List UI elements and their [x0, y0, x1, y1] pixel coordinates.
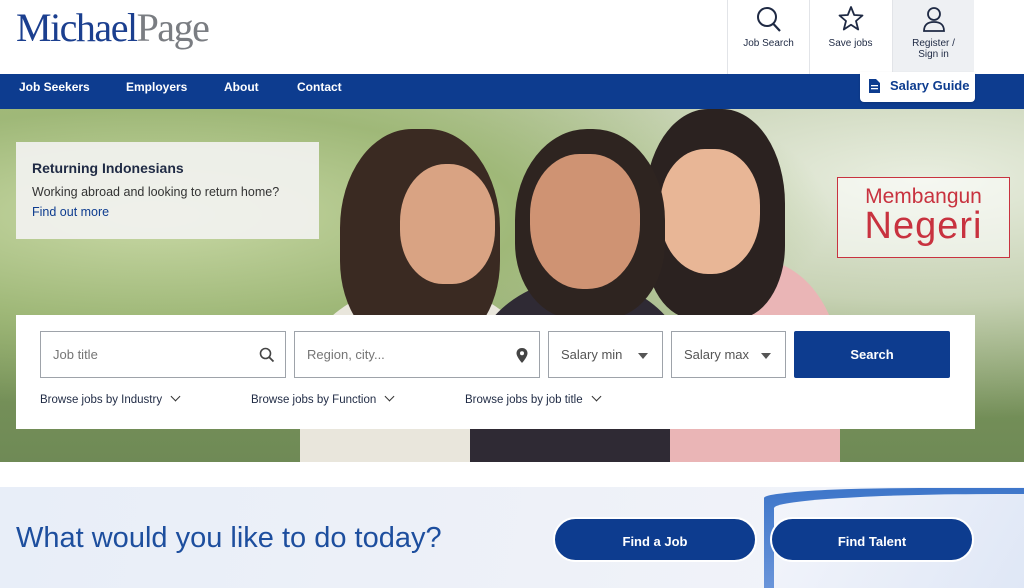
search-icon: [259, 347, 275, 363]
search-button[interactable]: Search: [794, 331, 950, 378]
salary-max-select[interactable]: Salary max: [671, 331, 786, 378]
register-label-line1: Register /: [912, 38, 955, 49]
michael-page-logo[interactable]: MichaelPage: [16, 5, 210, 50]
salary-guide-label: Salary Guide: [890, 78, 970, 93]
badge-line2: Negeri: [864, 205, 983, 247]
site-header: MichaelPage Job Search Save jobs Registe…: [0, 0, 1024, 74]
promo-title: Returning Indonesians: [32, 160, 184, 176]
save-jobs-button[interactable]: Save jobs: [809, 0, 891, 74]
cta-section: What would you like to do today? Find a …: [0, 462, 1024, 588]
chevron-down-icon: [384, 391, 395, 402]
star-icon: [838, 6, 863, 31]
salary-guide-button[interactable]: Salary Guide: [860, 72, 975, 102]
browse-by-industry[interactable]: Browse jobs by Industry: [40, 391, 181, 406]
chevron-down-icon: [170, 391, 181, 402]
location-pin-icon: [516, 348, 528, 363]
salary-min-value: Salary min: [561, 347, 623, 362]
user-icon: [922, 7, 945, 32]
promo-subtitle: Working abroad and looking to return hom…: [32, 185, 280, 199]
browse-industry-label: Browse jobs by Industry: [40, 394, 163, 406]
browse-title-label: Browse jobs by job title: [465, 394, 583, 406]
hero-photo-figure: [400, 164, 495, 284]
document-icon: [869, 79, 880, 93]
nav-about[interactable]: About: [224, 74, 259, 100]
chevron-down-icon: [591, 391, 602, 402]
find-talent-button[interactable]: Find Talent: [770, 517, 974, 562]
caret-down-icon: [638, 353, 648, 359]
cta-question: What would you like to do today?: [16, 522, 442, 554]
logo-page: Page: [136, 5, 210, 50]
salary-min-select[interactable]: Salary min: [548, 331, 663, 378]
browse-by-function[interactable]: Browse jobs by Function: [251, 391, 395, 406]
register-sign-in-button[interactable]: Register / Sign in: [892, 0, 974, 74]
hero-photo-figure: [530, 154, 640, 289]
job-search-panel: Salary min Salary max Search Browse jobs…: [16, 315, 975, 429]
save-jobs-label: Save jobs: [828, 38, 873, 49]
nav-employers[interactable]: Employers: [126, 74, 187, 100]
find-a-job-button[interactable]: Find a Job: [553, 517, 757, 562]
job-title-field[interactable]: [40, 331, 286, 378]
salary-max-value: Salary max: [684, 347, 750, 362]
nav-contact[interactable]: Contact: [297, 74, 342, 100]
register-label-line2: Sign in: [918, 49, 949, 60]
region-input[interactable]: [307, 347, 497, 362]
nav-job-seekers[interactable]: Job Seekers: [19, 74, 90, 100]
job-search-button[interactable]: Job Search: [727, 0, 809, 74]
membangun-negeri-badge: Membangun Negeri: [837, 177, 1010, 258]
returning-indonesians-promo: Returning Indonesians Working abroad and…: [16, 142, 319, 239]
job-search-label: Job Search: [743, 38, 794, 49]
search-icon: [756, 7, 781, 32]
browse-by-job-title[interactable]: Browse jobs by job title: [465, 391, 602, 406]
caret-down-icon: [761, 353, 771, 359]
logo-michael: Michael: [16, 5, 138, 50]
browse-function-label: Browse jobs by Function: [251, 394, 377, 406]
job-title-input[interactable]: [53, 347, 243, 362]
region-field[interactable]: [294, 331, 540, 378]
hero-photo-figure: [660, 149, 760, 274]
find-out-more-link[interactable]: Find out more: [32, 205, 109, 219]
